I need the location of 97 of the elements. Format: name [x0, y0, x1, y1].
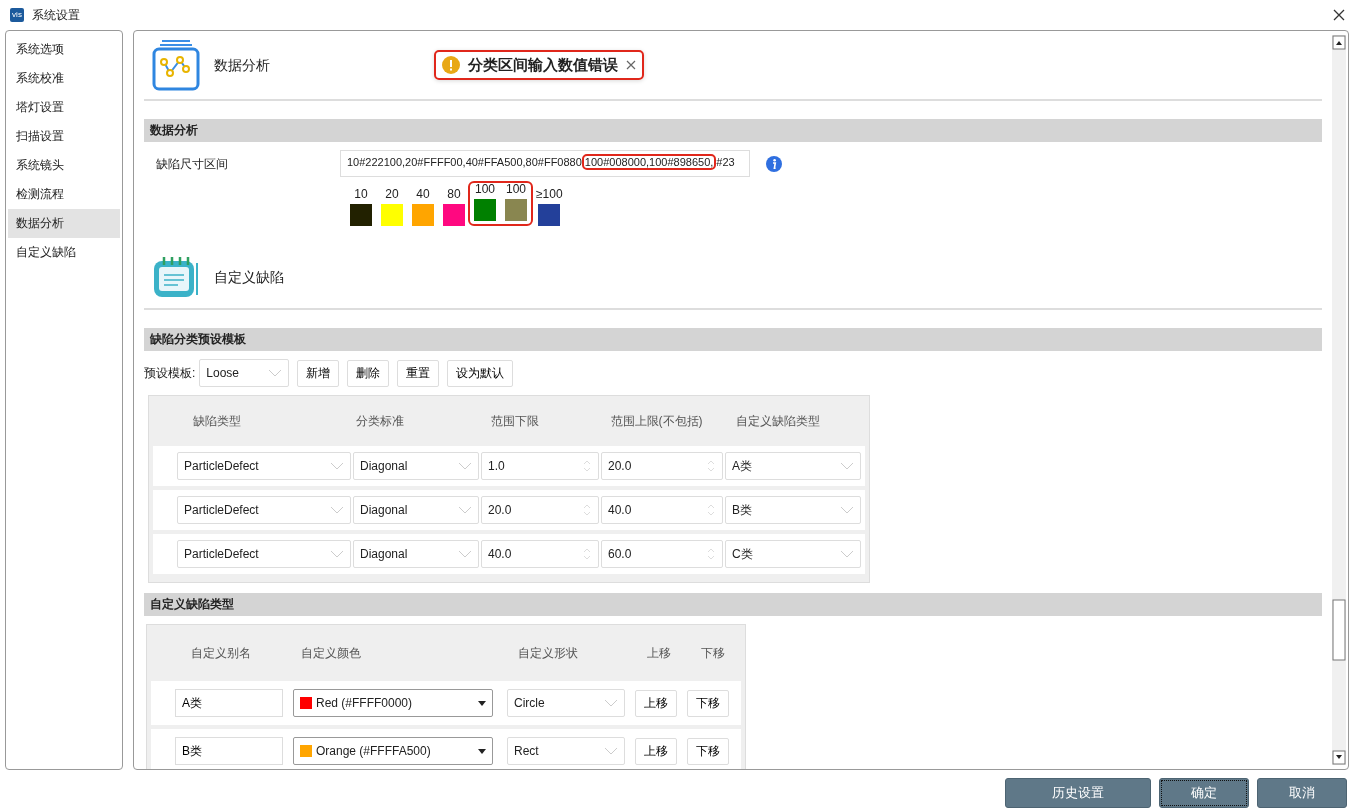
column-header: 自定义颜色 [300, 645, 362, 662]
dropdown[interactable]: A类 [725, 452, 861, 480]
column-header: 自定义缺陷类型 [735, 413, 821, 430]
section-header: 数据分析 [144, 119, 1322, 142]
close-button[interactable] [1333, 9, 1345, 21]
close-icon [1333, 9, 1345, 21]
move-down-button[interactable]: 下移 [687, 689, 729, 717]
spinner-icon [582, 547, 592, 561]
chevron-icon [840, 462, 854, 470]
chevron-icon [330, 506, 344, 514]
column-header: 上移 [647, 645, 673, 662]
input-field[interactable]: 10#222100,20#FFFF00,40#FFA500,80#FF0880 100#008000,100#898650, #23 [340, 150, 750, 177]
section-title: 自定义缺陷 [214, 267, 284, 287]
footer-button[interactable]: 取消 [1257, 778, 1347, 808]
section-header: 缺陷分类预设模板 [144, 328, 1322, 351]
app-logo: vis [10, 8, 24, 22]
notepad-icon [152, 255, 200, 299]
sidebar-item[interactable]: 系统镜头 [8, 151, 120, 180]
dropdown[interactable]: Rect [507, 737, 625, 765]
dropdown[interactable]: Diagonal [353, 540, 479, 568]
chevron-icon [458, 550, 472, 558]
chevron-icon [330, 550, 344, 558]
dropdown[interactable]: Loose [199, 359, 290, 387]
line-chart-icon [152, 38, 200, 92]
dropdown-arrow-icon [478, 700, 486, 706]
section-header: 自定义缺陷类型 [144, 593, 1322, 616]
swatch-label: 10 [354, 188, 368, 200]
close-icon[interactable] [626, 60, 636, 70]
column-header: 缺陷类型 [193, 413, 242, 430]
spinner-icon [706, 459, 716, 473]
number-field[interactable]: 60.0 [601, 540, 723, 568]
swatch-label: 100 [506, 183, 526, 195]
dropdown[interactable]: ParticleDefect [177, 452, 351, 480]
dropdown[interactable]: Diagonal [353, 496, 479, 524]
scrollbar[interactable] [1332, 35, 1346, 765]
number-field[interactable]: 40.0 [601, 496, 723, 524]
chevron-icon [458, 506, 472, 514]
column-header: 范围上限(不包括) [610, 413, 704, 430]
sidebar-item[interactable]: 塔灯设置 [8, 93, 120, 122]
window-title: 系统设置 [32, 7, 80, 24]
swatch-label: 80 [447, 188, 461, 200]
dropdown[interactable]: Circle [507, 689, 625, 717]
toolbar-button[interactable]: 设为默认 [447, 359, 514, 387]
color-dropdown[interactable]: Red (#FFFF0000) [293, 689, 493, 717]
warning-icon [442, 56, 460, 74]
chevron-icon [840, 550, 854, 558]
column-header: 范围下限 [491, 413, 541, 430]
spinner-icon [706, 547, 716, 561]
dropdown[interactable]: Diagonal [353, 452, 479, 480]
swatch-label: 40 [416, 188, 430, 200]
field-label: 缺陷尺寸区间 [155, 155, 229, 173]
field-label: 预设模板: [144, 365, 196, 382]
number-field[interactable]: 20.0 [481, 496, 599, 524]
spinner-icon [706, 503, 716, 517]
footer-button[interactable]: 历史设置 [1005, 778, 1151, 808]
swatch-label: 20 [385, 188, 399, 200]
chevron-icon [458, 462, 472, 470]
dropdown[interactable]: B类 [725, 496, 861, 524]
chevron-icon [840, 506, 854, 514]
sidebar-item[interactable]: 数据分析 [8, 209, 120, 238]
swatch-label: ≥100 [536, 188, 563, 200]
toolbar-button[interactable]: 新增 [297, 359, 340, 387]
column-header: 分类标准 [356, 413, 406, 430]
column-header: 自定义别名 [191, 645, 252, 662]
sidebar-item[interactable]: 系统校准 [8, 64, 120, 93]
number-field[interactable]: 40.0 [481, 540, 599, 568]
dropdown[interactable]: C类 [725, 540, 861, 568]
dropdown[interactable]: ParticleDefect [177, 540, 351, 568]
move-down-button[interactable]: 下移 [687, 737, 729, 765]
sidebar-item[interactable]: 自定义缺陷 [8, 238, 120, 267]
sidebar-item[interactable]: 扫描设置 [8, 122, 120, 151]
footer-button[interactable]: 确定 [1159, 778, 1249, 808]
chevron-icon [604, 699, 618, 707]
dropdown-arrow-icon [478, 748, 486, 754]
column-header: 下移 [701, 645, 727, 662]
spinner-icon [582, 503, 592, 517]
section-title: 数据分析 [214, 55, 270, 75]
toolbar-button[interactable]: 删除 [347, 359, 390, 387]
chevron-icon [330, 462, 344, 470]
dropdown[interactable]: ParticleDefect [177, 496, 351, 524]
color-dropdown[interactable]: Orange (#FFFFA500) [293, 737, 493, 765]
number-field[interactable]: 20.0 [601, 452, 723, 480]
info-icon[interactable] [766, 155, 782, 172]
chevron-icon [268, 369, 283, 377]
chevron-icon [604, 747, 618, 755]
spinner-icon [582, 459, 592, 473]
input-field[interactable]: B类 [175, 737, 283, 765]
toolbar-button[interactable]: 重置 [397, 359, 440, 387]
sidebar-item[interactable]: 系统选项 [8, 35, 120, 64]
column-header: 自定义形状 [517, 645, 579, 662]
move-up-button[interactable]: 上移 [635, 737, 677, 765]
swatch-label: 100 [475, 183, 495, 195]
sidebar-item[interactable]: 检测流程 [8, 180, 120, 209]
move-up-button[interactable]: 上移 [635, 689, 677, 717]
toast-message: 分类区间输入数值错误 [468, 54, 618, 75]
number-field[interactable]: 1.0 [481, 452, 599, 480]
input-field[interactable]: A类 [175, 689, 283, 717]
